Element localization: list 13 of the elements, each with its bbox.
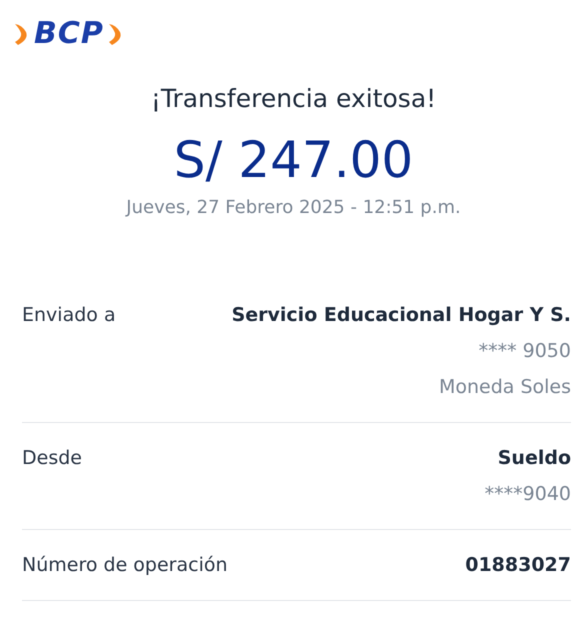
detail-value: **** 9050 — [478, 339, 571, 364]
transfer-date: Jueves, 27 Febrero 2025 - 12:51 p.m. — [124, 196, 462, 220]
detail-label: Número de operación — [22, 553, 228, 578]
bcp-logo: BCP — [34, 18, 104, 50]
success-title: ¡Transferencia exitosa! — [150, 83, 438, 115]
detail-value: Servicio Educacional Hogar Y S. — [232, 303, 571, 328]
detail-label: Enviado a — [22, 303, 116, 328]
transfer-amount: S/ 247.00 — [172, 130, 414, 190]
detail-value: ****9040 — [484, 482, 571, 507]
detail-value: 01883027 — [465, 553, 571, 578]
detail-label: Desde — [22, 446, 82, 471]
detail-value: Moneda Soles — [438, 375, 571, 400]
detail-value: Sueldo — [498, 446, 571, 471]
